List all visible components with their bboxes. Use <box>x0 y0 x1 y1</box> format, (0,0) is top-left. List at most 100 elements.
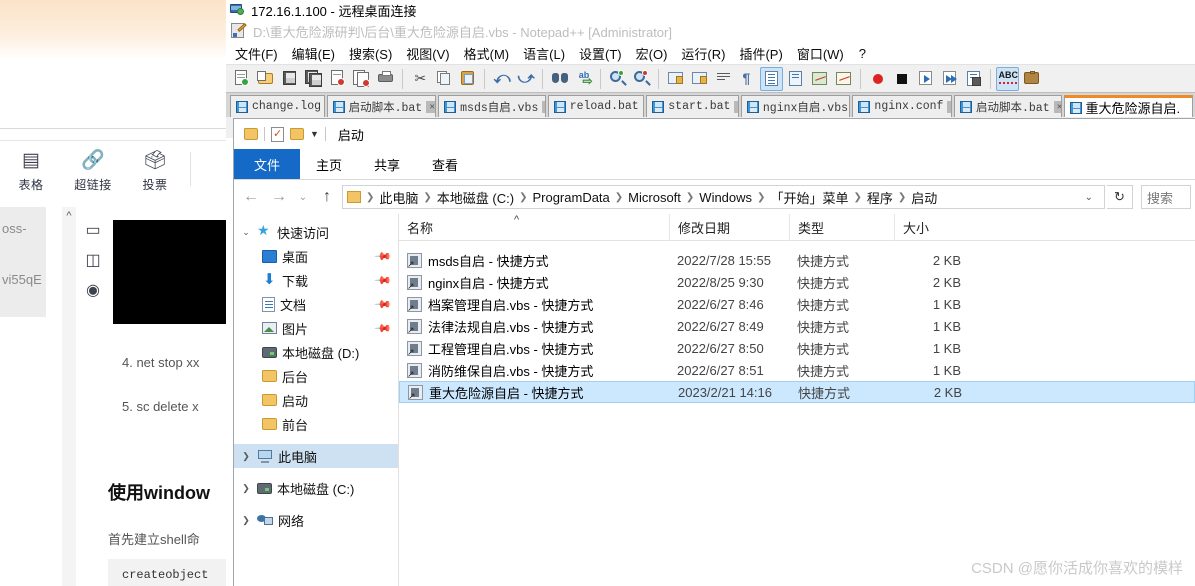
back-arrow-icon[interactable]: ← <box>238 185 264 209</box>
file-name-cell[interactable]: 重大危险源自启 - 快捷方式 <box>400 383 670 402</box>
sidebar-item-documents[interactable]: 文档 📌 <box>234 292 398 316</box>
indent-guide-icon[interactable] <box>760 66 783 91</box>
column-header-date[interactable]: 修改日期 <box>669 213 789 241</box>
menu-settings[interactable]: 设置(T) <box>572 42 629 65</box>
doc-tab[interactable]: start.bat ✕ <box>646 95 739 117</box>
save-macro-icon[interactable] <box>962 67 985 91</box>
spell-check-icon[interactable]: ABC <box>996 66 1019 91</box>
refresh-icon[interactable]: ↻ <box>1107 185 1133 209</box>
sidebar-item-local-disk-d[interactable]: 本地磁盘 (D:) <box>234 340 398 364</box>
chevron-right-icon[interactable]: ❯ <box>240 451 252 462</box>
menu-run[interactable]: 运行(R) <box>674 42 732 65</box>
doc-tab[interactable]: 启动脚本.bat ✕ <box>326 95 437 117</box>
ribbon-tab-file[interactable]: 文件 <box>234 149 301 179</box>
pin-icon[interactable]: 📌 <box>374 247 393 265</box>
undo-icon[interactable]: ⤺ <box>490 67 513 91</box>
save-all-icon[interactable] <box>302 67 325 91</box>
run-macro-multiple-icon[interactable] <box>938 67 961 91</box>
scroll-up-icon[interactable]: ^ <box>62 209 76 223</box>
close-all-icon[interactable] <box>350 67 373 91</box>
sidebar-item-desktop[interactable]: 桌面 📌 <box>234 244 398 268</box>
column-header-type[interactable]: 类型 <box>789 213 894 241</box>
close-icon[interactable]: ✕ <box>642 100 644 113</box>
breadcrumb-item-0[interactable]: 此电脑 <box>376 188 421 207</box>
sync-vertical-icon[interactable] <box>664 67 687 91</box>
table-row[interactable]: nginx自启 - 快捷方式 2022/8/25 9:30 快捷方式 2 KB <box>399 271 1195 293</box>
doc-tab[interactable]: 启动脚本.bat ✕ <box>954 95 1062 117</box>
background-scrollbar[interactable] <box>62 207 76 586</box>
breadcrumb-item-3[interactable]: Microsoft <box>625 190 684 205</box>
breadcrumb-item-5[interactable]: 「开始」菜单 <box>767 188 851 207</box>
print-icon[interactable] <box>374 67 397 91</box>
document-map-icon[interactable] <box>808 67 831 91</box>
folder-icon[interactable] <box>244 128 258 140</box>
menu-edit[interactable]: 编辑(E) <box>285 42 342 65</box>
table-row[interactable]: 工程管理自启.vbs - 快捷方式 2022/6/27 8:50 快捷方式 1 … <box>399 337 1195 359</box>
menu-language[interactable]: 语言(L) <box>516 42 572 65</box>
pin-icon[interactable]: 📌 <box>374 295 393 313</box>
eye-icon[interactable]: ◉ <box>80 275 106 305</box>
hyperlink-button[interactable]: 🔗 超链接 <box>62 142 124 193</box>
table-row-selected[interactable]: 重大危险源自启 - 快捷方式 2023/2/21 14:16 快捷方式 2 KB <box>399 381 1195 403</box>
zoom-in-icon[interactable] <box>606 67 629 91</box>
new-folder-icon[interactable] <box>290 128 304 140</box>
properties-icon[interactable] <box>271 126 284 142</box>
close-file-icon[interactable] <box>326 67 349 91</box>
menu-view[interactable]: 视图(V) <box>399 42 456 65</box>
function-list-icon[interactable] <box>832 67 855 91</box>
breadcrumb-item-1[interactable]: 本地磁盘 (C:) <box>434 188 517 207</box>
sidebar-item-pictures[interactable]: 图片 📌 <box>234 316 398 340</box>
pin-icon[interactable]: 📌 <box>374 271 393 289</box>
ribbon-tab-home[interactable]: 主页 <box>300 149 358 179</box>
play-macro-icon[interactable] <box>914 67 937 91</box>
forward-arrow-icon[interactable]: → <box>266 185 292 209</box>
doc-tab[interactable]: nginx.conf ✕ <box>852 95 952 117</box>
replace-icon[interactable]: ab ⇨ <box>572 67 595 91</box>
chevron-right-icon[interactable]: ❯ <box>240 483 252 494</box>
recent-locations-chevron-down-icon[interactable]: ⌄ <box>294 185 312 209</box>
paste-icon[interactable] <box>456 67 479 91</box>
columns-icon[interactable]: ◫ <box>80 245 106 275</box>
table-row[interactable]: 法律法规自启.vbs - 快捷方式 2022/6/27 8:49 快捷方式 1 … <box>399 315 1195 337</box>
breadcrumb[interactable]: ❯ 此电脑 ❯ 本地磁盘 (C:) ❯ ProgramData ❯ Micros… <box>342 185 1105 209</box>
file-name-cell[interactable]: 档案管理自启.vbs - 快捷方式 <box>399 295 669 314</box>
stop-macro-icon[interactable] <box>890 67 913 91</box>
close-icon[interactable]: ✕ <box>947 100 952 113</box>
doc-tab[interactable]: change.log ✕ <box>230 95 325 117</box>
menu-file[interactable]: 文件(F) <box>228 42 285 65</box>
new-file-icon[interactable] <box>230 67 253 91</box>
chevron-down-icon[interactable]: ⌄ <box>240 227 252 238</box>
sidebar-item-downloads[interactable]: 下载 📌 <box>234 268 398 292</box>
menu-plugins[interactable]: 插件(P) <box>732 42 789 65</box>
find-icon[interactable] <box>548 67 571 91</box>
table-row[interactable]: 消防维保自启.vbs - 快捷方式 2022/6/27 8:51 快捷方式 1 … <box>399 359 1195 381</box>
run-icon[interactable] <box>1020 67 1043 91</box>
redo-icon[interactable]: ⤻ <box>514 67 537 91</box>
breadcrumb-item-4[interactable]: Windows <box>696 190 755 205</box>
layout-icon[interactable]: ▭ <box>80 215 106 245</box>
up-arrow-icon[interactable]: ↑ <box>314 185 340 209</box>
open-file-icon[interactable] <box>254 67 277 91</box>
file-name-cell[interactable]: 消防维保自启.vbs - 快捷方式 <box>399 361 669 380</box>
breadcrumb-item-2[interactable]: ProgramData <box>529 190 612 205</box>
pin-icon[interactable]: 📌 <box>374 319 393 337</box>
doc-tab[interactable]: nginx自启.vbs ✕ <box>740 95 851 117</box>
doc-tab[interactable]: msds自启.vbs ✕ <box>438 95 546 117</box>
copy-icon[interactable] <box>432 67 455 91</box>
cut-icon[interactable]: ✂ <box>408 67 431 91</box>
table-row[interactable]: 档案管理自启.vbs - 快捷方式 2022/6/27 8:46 快捷方式 1 … <box>399 293 1195 315</box>
user-language-icon[interactable] <box>784 67 807 91</box>
sync-horizontal-icon[interactable] <box>688 67 711 91</box>
close-icon[interactable]: ✕ <box>542 100 545 113</box>
doc-tab-active[interactable]: 重大危险源自启. <box>1063 95 1193 117</box>
close-icon[interactable]: ✕ <box>1053 100 1061 113</box>
vote-button[interactable]: 🗳 投票 <box>124 142 186 193</box>
sidebar-item-quick-access[interactable]: ⌄ 快速访问 <box>234 220 398 244</box>
ribbon-tab-share[interactable]: 共享 <box>358 149 416 179</box>
word-wrap-icon[interactable] <box>712 67 735 91</box>
close-icon[interactable]: ✕ <box>734 100 738 113</box>
sidebar-item-houtai[interactable]: 后台 <box>234 364 398 388</box>
address-chevron-down-icon[interactable]: ⌄ <box>1078 192 1100 203</box>
menu-format[interactable]: 格式(M) <box>457 42 517 65</box>
menu-window[interactable]: 窗口(W) <box>790 42 851 65</box>
